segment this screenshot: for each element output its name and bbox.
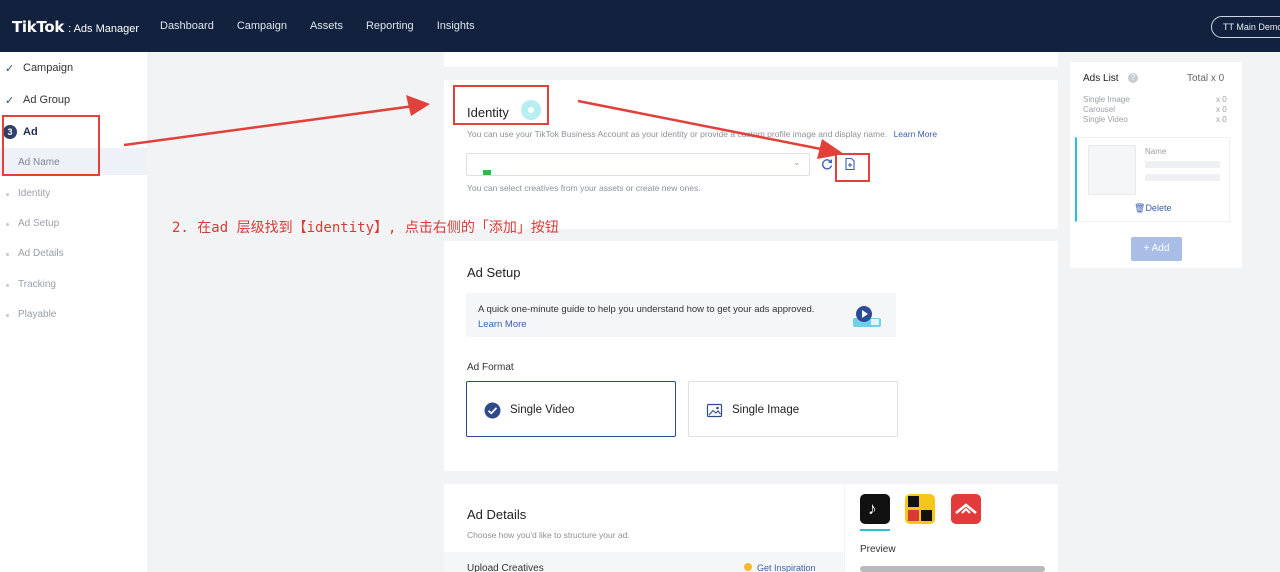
image-icon <box>706 403 723 418</box>
identity-learn-more-link[interactable]: Learn More <box>894 129 937 139</box>
ads-list-row-count: x 0 <box>1216 115 1227 124</box>
guide-learn-more-link[interactable]: Learn More <box>478 319 527 330</box>
bullet-icon <box>6 253 9 256</box>
chevron-down-icon[interactable]: ⌄ <box>793 157 801 168</box>
ad-detail-placeholder <box>1145 174 1220 181</box>
delete-button[interactable]: 🗑Delete <box>1134 203 1171 214</box>
logo-main: TikTok <box>12 18 65 36</box>
annotation-instruction: 2. 在ad 层级找到【identity】, 点击右侧的「添加」按钮 <box>172 220 559 236</box>
sidebar-subitem-tracking[interactable]: Tracking <box>18 279 56 290</box>
delete-label: Delete <box>1145 203 1172 213</box>
get-inspiration-link[interactable]: Get Inspiration <box>757 563 816 572</box>
identity-select[interactable] <box>466 153 810 176</box>
sidebar-item-campaign[interactable]: Campaign <box>23 62 73 74</box>
guide-text-body: A quick one-minute guide to help you und… <box>478 304 815 315</box>
check-icon: ✓ <box>5 63 15 75</box>
sidebar-item-ad-group[interactable]: Ad Group <box>23 94 70 106</box>
sidebar-subitem-playable[interactable]: Playable <box>18 309 56 320</box>
annotation-box-identity <box>453 85 549 125</box>
ads-list-row-count: x 0 <box>1216 95 1227 104</box>
video-guide-icon <box>853 306 881 327</box>
preview-frame <box>860 566 1045 572</box>
previous-section-card <box>444 52 1058 67</box>
add-ad-button[interactable]: + Add <box>1131 237 1182 261</box>
ads-list-row-label: Single Image <box>1083 95 1130 104</box>
ad-thumbnail <box>1088 145 1136 195</box>
ad-details-title: Ad Details <box>467 507 527 522</box>
check-icon: ✓ <box>5 95 15 107</box>
ads-list-total: Total x 0 <box>1187 73 1225 84</box>
nav-insights[interactable]: Insights <box>437 20 475 32</box>
nav-dashboard[interactable]: Dashboard <box>160 20 214 32</box>
identity-description-text: You can use your TikTok Business Account… <box>467 129 888 139</box>
ads-list-row-count: x 0 <box>1216 105 1227 114</box>
bullet-icon <box>6 284 9 287</box>
guide-text: A quick one-minute guide to help you und… <box>478 302 838 332</box>
ads-list-title: Ads List <box>1083 73 1119 84</box>
ad-setup-title: Ad Setup <box>467 265 521 280</box>
pangle-placement-icon[interactable] <box>951 494 981 524</box>
identity-avatar-placeholder <box>483 170 491 175</box>
main-nav: Dashboard Campaign Assets Reporting Insi… <box>160 20 498 32</box>
selected-placement-indicator <box>860 529 890 531</box>
ads-list-row-label: Carousel <box>1083 105 1116 114</box>
upload-creatives-label: Upload Creatives <box>467 563 544 572</box>
preview-label: Preview <box>860 544 896 555</box>
trash-icon: 🗑 <box>1134 203 1146 213</box>
ad-name-label: Name <box>1145 147 1167 156</box>
ad-details-description: Choose how you'd like to structure your … <box>467 530 630 540</box>
identity-hint: You can select creatives from your asset… <box>467 183 701 193</box>
tiktok-ads-manager-logo[interactable]: TikTok : Ads Manager <box>12 18 139 36</box>
single-image-option[interactable]: Single Image <box>688 381 898 437</box>
refresh-icon[interactable] <box>820 157 834 171</box>
ad-format-label: Ad Format <box>467 362 514 373</box>
sidebar-subitem-ad-setup[interactable]: Ad Setup <box>18 218 59 229</box>
nav-reporting[interactable]: Reporting <box>366 20 414 32</box>
ads-list-row-label: Single Video <box>1083 115 1128 124</box>
logo-sub: : Ads Manager <box>68 23 140 35</box>
bullet-icon <box>6 314 9 317</box>
account-switcher[interactable]: TT Main Demo <box>1211 16 1280 38</box>
info-icon[interactable]: ? <box>1128 73 1138 83</box>
lightbulb-icon <box>744 563 752 571</box>
ad-name-placeholder <box>1145 161 1220 168</box>
checkmark-circle-icon <box>484 402 501 419</box>
tiktok-placement-icon[interactable]: ♪ <box>860 494 890 524</box>
single-image-label: Single Image <box>732 404 800 416</box>
sidebar-subitem-identity[interactable]: Identity <box>18 188 50 199</box>
bullet-icon <box>6 223 9 226</box>
topbuzz-placement-icon[interactable] <box>905 494 935 524</box>
pangle-icon <box>955 503 977 514</box>
sidebar-subitem-ad-details[interactable]: Ad Details <box>18 248 64 259</box>
annotation-box-ad <box>2 115 100 176</box>
top-navigation-bar: TikTok : Ads Manager Dashboard Campaign … <box>0 0 1280 52</box>
nav-assets[interactable]: Assets <box>310 20 343 32</box>
annotation-box-add-button <box>835 153 870 182</box>
identity-description: You can use your TikTok Business Account… <box>467 129 937 139</box>
single-video-label: Single Video <box>510 404 575 416</box>
single-video-option[interactable]: Single Video <box>466 381 676 437</box>
nav-campaign[interactable]: Campaign <box>237 20 287 32</box>
bullet-icon <box>6 193 9 196</box>
